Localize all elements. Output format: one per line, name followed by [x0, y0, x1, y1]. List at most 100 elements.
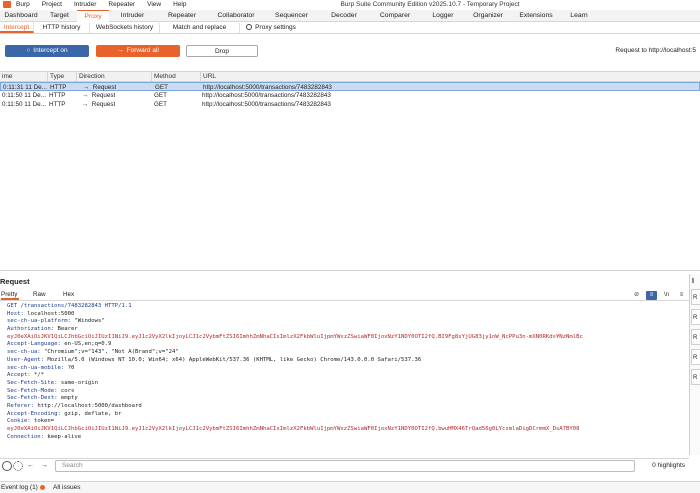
split-divider[interactable] — [0, 270, 700, 271]
intercept-table: ime Type Direction Method URL 0:11:31 11… — [0, 71, 700, 109]
tab-learn[interactable]: Learn — [561, 10, 597, 22]
menu-intruder[interactable]: Intruder — [74, 0, 96, 9]
request-line: Connection: keep-alive — [0, 434, 689, 442]
tab-dashboard[interactable]: Dashboard — [0, 10, 42, 22]
inspector-title: I — [692, 278, 694, 285]
table-row[interactable]: 0:11:31 11 De... HTTP → Request GET http… — [0, 82, 700, 91]
tab-decoder[interactable]: Decoder — [319, 10, 369, 22]
tab-intruder[interactable]: Intruder — [109, 10, 156, 22]
header-value: ?0 — [64, 364, 75, 371]
subtab-intercept[interactable]: Intercept — [0, 23, 34, 33]
menu-repeater[interactable]: Repeater — [108, 0, 135, 9]
header-key: Accept-Language: — [7, 341, 61, 348]
header-value: Mozilla/5.0 (Windows NT 10.0; Win64; x64… — [44, 356, 422, 363]
menu-icon[interactable]: ≡ — [676, 291, 687, 300]
header-key: GET /transactions/7483282843 HTTP/1.1 — [7, 303, 132, 309]
settings-icon[interactable] — [13, 461, 23, 471]
inspector-row[interactable]: R — [691, 289, 700, 305]
wrap-icon[interactable]: ≡ — [646, 290, 657, 300]
header-key: Sec-Fetch-Mode: — [7, 387, 58, 394]
inspector-row[interactable]: R — [691, 309, 700, 325]
view-tab-raw[interactable]: Raw — [33, 290, 46, 300]
col-url[interactable]: URL — [200, 72, 216, 82]
proxy-sub-tabs: Intercept HTTP history WebSockets histor… — [0, 23, 700, 34]
menu-view[interactable]: View — [147, 0, 161, 9]
inspector-row[interactable]: R — [691, 369, 700, 385]
header-value: token= — [30, 418, 55, 425]
menu-burp[interactable]: Burp — [16, 0, 30, 9]
tab-extensions[interactable]: Extensions — [511, 10, 561, 22]
search-input[interactable]: Search — [55, 460, 635, 472]
header-key: sec-ch-ua-platform: — [7, 318, 71, 325]
header-key: User-Agent: — [7, 356, 45, 363]
all-issues-link[interactable]: All issues — [53, 482, 80, 493]
arrow-left-icon[interactable]: ← — [25, 460, 36, 471]
drop-button[interactable]: Drop — [186, 45, 258, 57]
burp-logo-icon — [3, 1, 11, 8]
help-icon[interactable] — [2, 461, 12, 471]
cell-url: http://localhost:5000/transactions/74832… — [202, 101, 331, 108]
newline-icon[interactable]: \n — [661, 291, 672, 300]
request-line: User-Agent: Mozilla/5.0 (Windows NT 10.0… — [0, 357, 689, 365]
direction-text: Request — [92, 84, 117, 91]
cell-time: 0:11:50 11 De... — [2, 101, 46, 108]
request-line: Referer: http://localhost:5000/dashboard — [0, 403, 689, 411]
tab-comparer[interactable]: Comparer — [369, 10, 421, 22]
header-value: empty — [57, 395, 78, 402]
header-value: "Chromium";v="143", "Not A(Brand";v="24" — [40, 349, 179, 356]
request-line: GET /transactions/7483282843 HTTP/1.1 — [0, 303, 689, 311]
tab-target[interactable]: Target — [42, 10, 77, 22]
menu-project[interactable]: Project — [42, 0, 62, 9]
subtab-http-history[interactable]: HTTP history — [34, 23, 90, 33]
view-tab-pretty[interactable]: Pretty — [1, 290, 19, 300]
arrow-right-icon[interactable]: → — [39, 460, 50, 471]
inspector-row[interactable]: R — [691, 349, 700, 365]
header-key: Accept-Encoding: — [7, 410, 61, 417]
alert-dot-icon — [39, 484, 45, 490]
tab-sequencer[interactable]: Sequencer — [264, 10, 319, 22]
inspector-row[interactable]: R — [691, 329, 700, 345]
header-value: gzip, deflate, br — [60, 410, 122, 417]
request-editor[interactable]: GET /transactions/7483282843 HTTP/1.1 Hos… — [0, 303, 689, 441]
col-type[interactable]: Type — [47, 72, 64, 82]
toggle-icon: ○ — [26, 47, 31, 54]
event-log-label: Event log (1) — [1, 484, 38, 491]
table-row[interactable]: 0:11:50 11 De... HTTP → Request GET http… — [0, 100, 700, 109]
cell-direction: → Request — [80, 100, 115, 109]
view-tab-hex[interactable]: Hex — [63, 290, 74, 300]
tab-collaborator[interactable]: Collaborator — [208, 10, 264, 22]
col-method[interactable]: Method — [151, 72, 176, 82]
header-key: Sec-Fetch-Dest: — [7, 395, 58, 402]
menu-help[interactable]: Help — [173, 0, 186, 9]
header-key: Host: — [7, 310, 24, 317]
cell-method: GET — [154, 92, 167, 99]
intercept-toggle-button[interactable]: ○ Intercept on — [5, 45, 89, 57]
inspector-panel: I R R R R R — [689, 274, 700, 455]
header-key: sec-ch-ua-mobile: — [7, 364, 65, 371]
request-line: sec-ch-ua-platform: "Windows" — [0, 318, 689, 326]
request-line: eyJ0eXAiOiJKV1QiLCJhbGciOiJIUzI1NiJ9.eyJ… — [0, 426, 689, 434]
tab-organizer[interactable]: Organizer — [465, 10, 511, 22]
request-line: sec-ch-ua: "Chromium";v="143", "Not A(Br… — [0, 349, 689, 357]
tab-logger[interactable]: Logger — [421, 10, 465, 22]
cell-url: http://localhost:5000/transactions/74832… — [202, 92, 331, 99]
subtab-match-and-replace[interactable]: Match and replace — [160, 23, 240, 33]
search-bar: ← → Search 0 highlights — [0, 458, 689, 472]
tab-repeater[interactable]: Repeater — [156, 10, 208, 22]
forward-all-button[interactable]: → Forward all — [96, 45, 180, 57]
tab-proxy[interactable]: Proxy — [77, 10, 109, 22]
view-icons: ⊘ ≡ \n ≡ — [627, 290, 687, 300]
cell-method: GET — [154, 101, 167, 108]
request-panel: Request Pretty Raw Hex ⊘ ≡ \n ≡ GET /tra… — [0, 274, 689, 455]
header-key: Connection: — [7, 433, 45, 440]
col-time[interactable]: ime — [0, 72, 12, 82]
event-log-link[interactable]: Event log (1) — [1, 482, 45, 493]
request-line: Host: localhost:5000 — [0, 311, 689, 319]
arrow-right-icon: → — [83, 84, 93, 91]
direction-text: Request — [91, 101, 116, 108]
subtab-websockets-history[interactable]: WebSockets history — [90, 23, 160, 33]
table-row[interactable]: 0:11:50 11 De... HTTP → Request GET http… — [0, 91, 700, 100]
hide-icon[interactable]: ⊘ — [631, 291, 642, 300]
col-direction[interactable]: Direction — [76, 72, 105, 82]
subtab-proxy-settings[interactable]: Proxy settings — [240, 23, 302, 33]
